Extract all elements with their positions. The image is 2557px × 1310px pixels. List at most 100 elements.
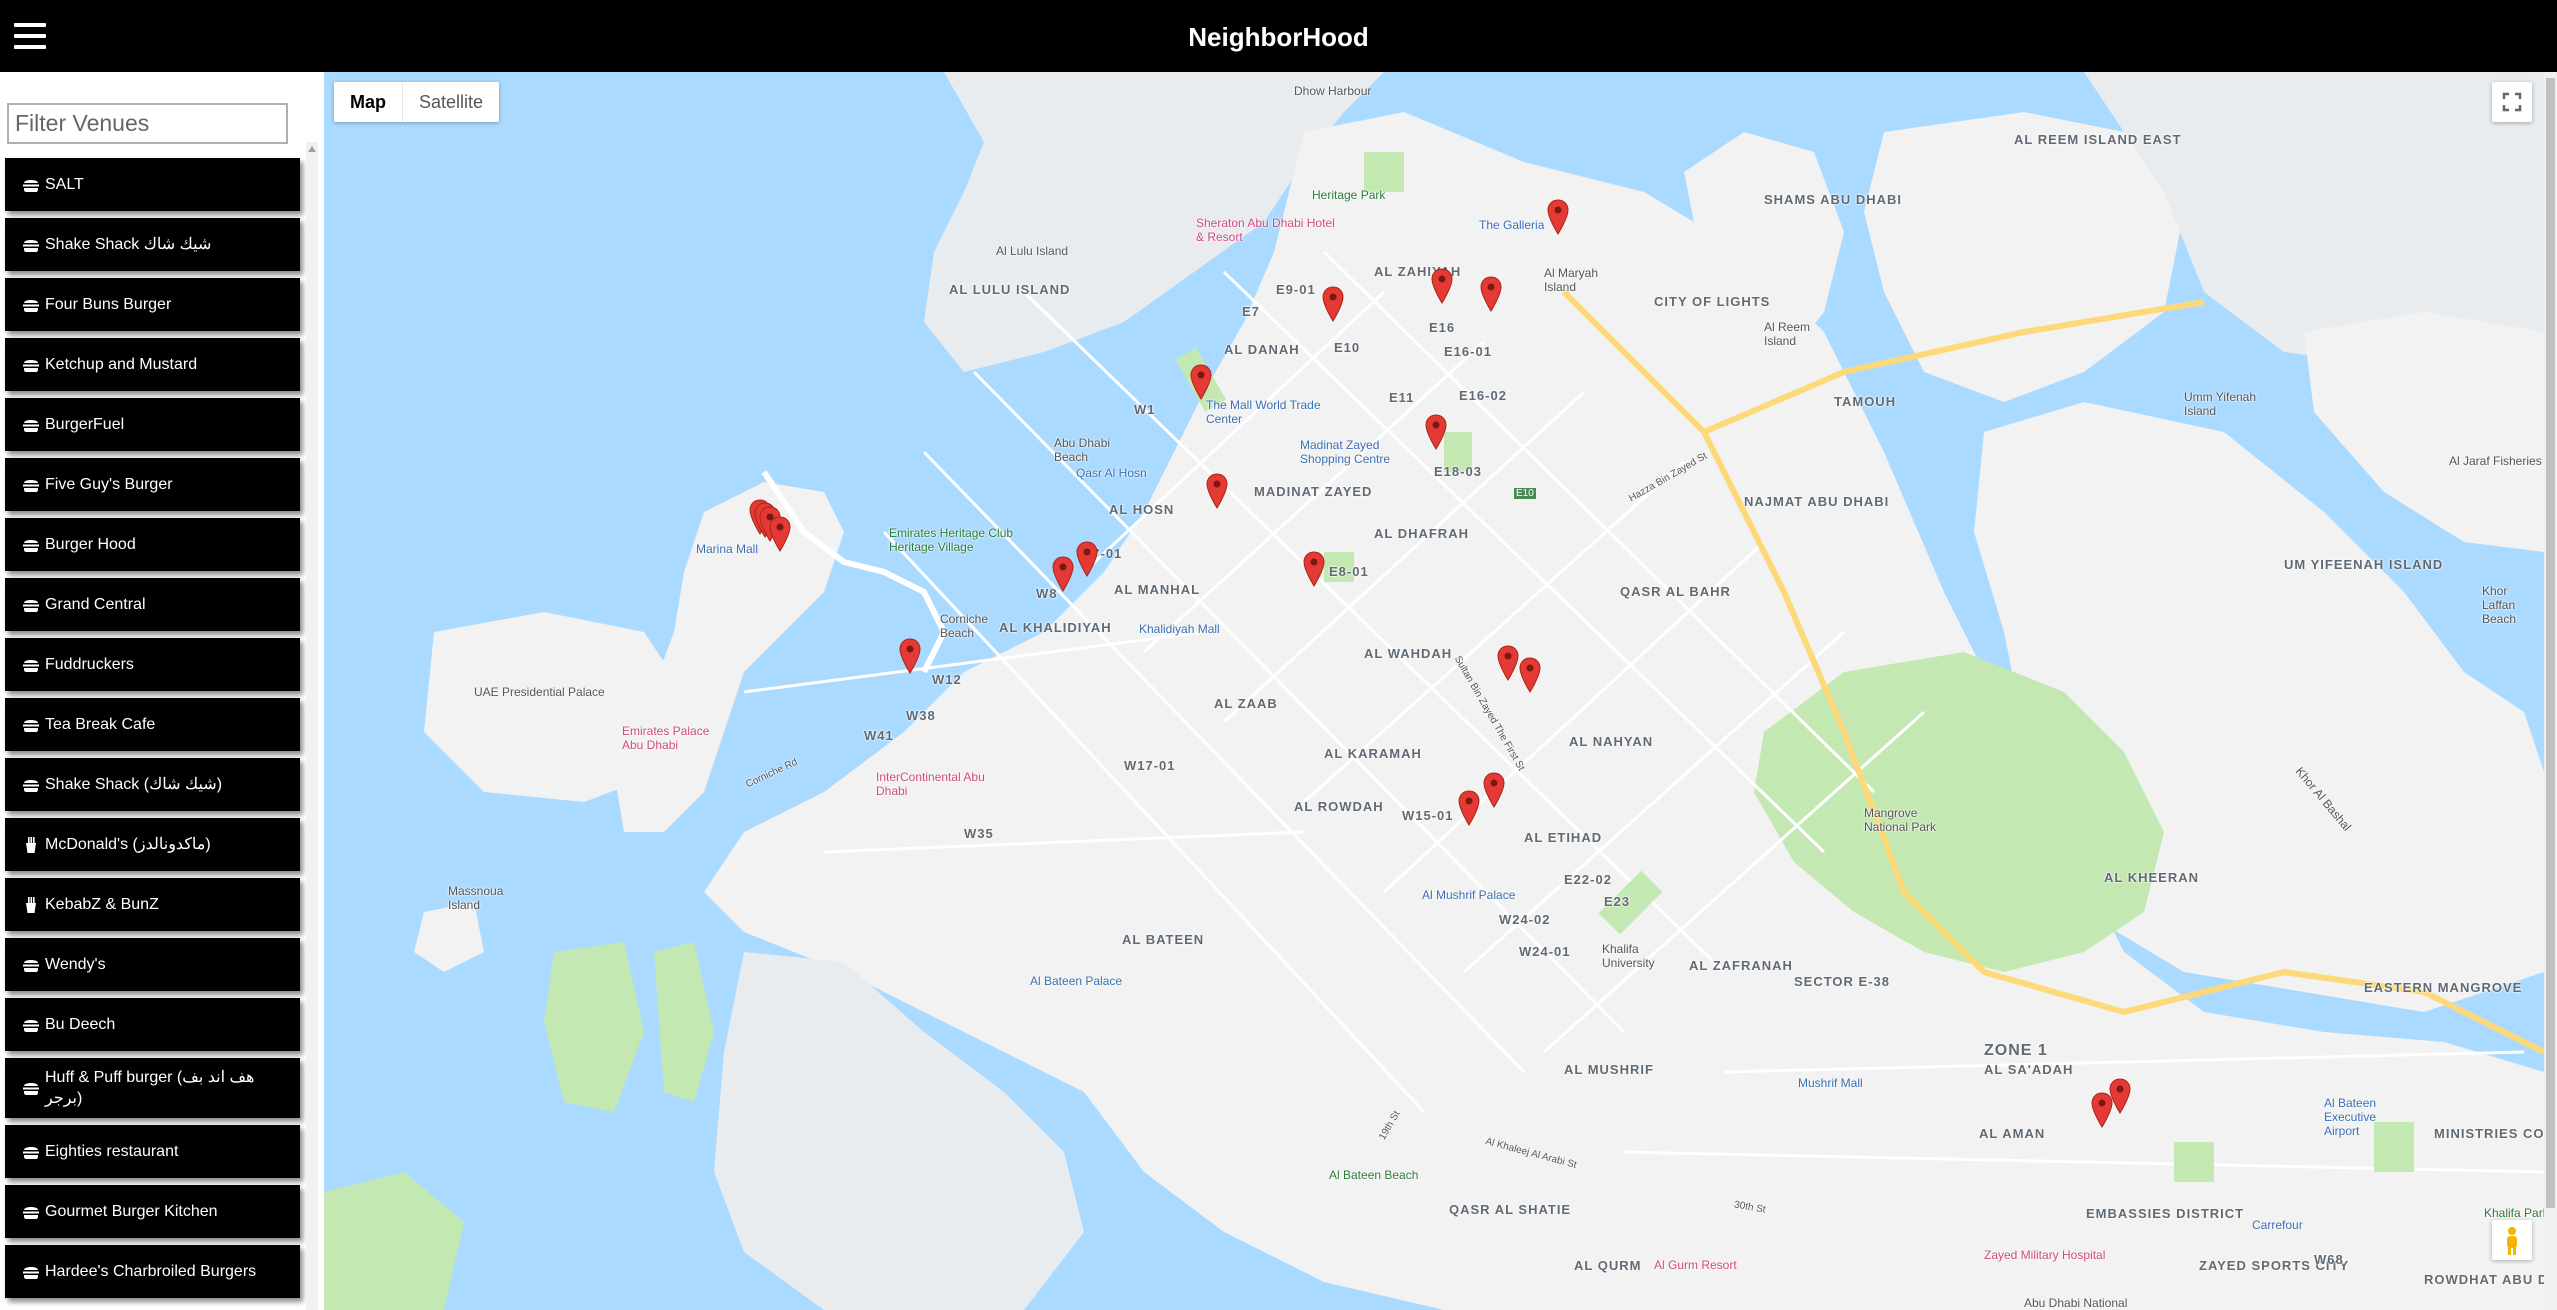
venue-name: Eighties restaurant — [45, 1143, 179, 1160]
app-title: NeighborHood — [1188, 22, 1369, 52]
venue-marker[interactable] — [1303, 551, 1325, 587]
district-label: W68 — [2314, 1252, 2344, 1267]
district-label: AL WAHDAH — [1364, 646, 1453, 661]
app-header: NeighborHood — [0, 0, 2557, 72]
burger-icon — [23, 599, 39, 612]
venue-marker[interactable] — [899, 638, 921, 674]
venue-marker[interactable] — [2091, 1092, 2113, 1128]
district-label: UM YIFEENAH ISLAND — [2284, 557, 2444, 572]
venue-marker[interactable] — [1206, 473, 1228, 509]
poi-label: Al Bateen Beach — [1329, 1168, 1419, 1182]
pegman-icon — [2507, 1227, 2517, 1255]
venue-marker[interactable] — [1052, 556, 1074, 592]
district-label: AL ZAFRANAH — [1689, 958, 1793, 973]
venue-name: Bu Deech — [45, 1016, 116, 1033]
venue-name: Hardee's Charbroiled Burgers — [45, 1263, 257, 1280]
sidebar-scrollbar[interactable] — [306, 142, 318, 1310]
district-label: E16 — [1429, 320, 1456, 335]
map[interactable]: AL LULU ISLAND AL ZAHIYAH AL DANAH E10 E… — [324, 72, 2544, 1310]
district-label: QASR AL SHATIE — [1449, 1202, 1572, 1217]
filter-venues-input[interactable] — [7, 103, 288, 144]
scrollbar-thumb[interactable] — [2546, 78, 2555, 1208]
poi-label: Al Maryah Island — [1544, 266, 1599, 294]
venue-marker[interactable] — [1547, 199, 1569, 235]
poi-label: Al Mushrif Palace — [1422, 888, 1516, 902]
venue-list-item[interactable]: Grand Central — [5, 578, 300, 631]
venue-marker[interactable] — [1076, 541, 1098, 577]
map-canvas[interactable] — [324, 72, 2544, 1310]
venue-name: Grand Central — [45, 596, 146, 613]
venue-list-item[interactable]: Five Guy's Burger — [5, 458, 300, 511]
poi-label: Al Lulu Island — [996, 244, 1069, 258]
venue-list-item[interactable]: Four Buns Burger — [5, 278, 300, 331]
venue-list-item[interactable]: Gourmet Burger Kitchen — [5, 1185, 300, 1238]
burger-icon — [23, 299, 39, 312]
venue-marker[interactable] — [1190, 364, 1212, 400]
venue-list-item[interactable]: KebabZ & BunZ — [5, 878, 300, 931]
district-label: E10 — [1334, 340, 1361, 355]
district-label: AL MUSHRIF — [1564, 1062, 1654, 1077]
venue-name: Five Guy's Burger — [45, 476, 173, 493]
poi-label: Khalidiyah Mall — [1139, 622, 1220, 636]
venue-list-item[interactable]: Bu Deech — [5, 998, 300, 1051]
venue-marker[interactable] — [1322, 286, 1344, 322]
venue-list-item[interactable]: Shake Shack شيك شاك — [5, 218, 300, 271]
poi-label: Sheraton Abu Dhabi Hotel & Resort — [1196, 216, 1335, 244]
venue-marker[interactable] — [1519, 657, 1541, 693]
district-label: AL LULU ISLAND — [949, 282, 1071, 297]
burger-icon — [23, 479, 39, 492]
venue-list-item[interactable]: Hardee's Charbroiled Burgers — [5, 1245, 300, 1298]
venue-marker[interactable] — [1425, 414, 1447, 450]
venue-name: Four Buns Burger — [45, 296, 172, 313]
venue-list-item[interactable]: Fuddruckers — [5, 638, 300, 691]
burger-icon — [23, 359, 39, 372]
sidebar: SALT Shake Shack شيك شاك Four Buns Burger K… — [0, 72, 320, 1310]
poi-label: Khalifa Park — [2484, 1206, 2544, 1220]
venue-name: McDonald's (ماكدونالدز) — [45, 836, 211, 853]
venue-marker[interactable] — [1497, 645, 1519, 681]
venue-name: Wendy's — [45, 956, 106, 973]
district-label: W24-01 — [1519, 944, 1571, 959]
venue-list-item[interactable]: Burger Hood — [5, 518, 300, 571]
district-label: AL MANHAL — [1114, 582, 1201, 597]
venue-name: Shake Shack (شيك شاك) — [45, 776, 223, 793]
venue-marker[interactable] — [1431, 268, 1453, 304]
fullscreen-button[interactable] — [2492, 82, 2532, 122]
venue-name: KebabZ & BunZ — [45, 896, 159, 913]
district-label: AL ZAAB — [1214, 696, 1278, 711]
district-label: AL NAHYAN — [1569, 734, 1654, 749]
venue-marker[interactable] — [1480, 276, 1502, 312]
poi-label: Carrefour — [2252, 1218, 2303, 1232]
map-type-map-button[interactable]: Map — [334, 82, 403, 122]
venue-list-item[interactable]: Eighties restaurant — [5, 1125, 300, 1178]
venue-list-item[interactable]: Wendy's — [5, 938, 300, 991]
venue-list-item[interactable]: Huff & Puff burger (هف اند بف برجر) — [5, 1058, 300, 1118]
page-scrollbar[interactable] — [2544, 72, 2557, 1310]
fries-icon — [26, 896, 36, 913]
district-label: AL KHEERAN — [2104, 870, 2199, 885]
venue-marker[interactable] — [1458, 790, 1480, 826]
venue-list-item[interactable]: Shake Shack (شيك شاك) — [5, 758, 300, 811]
venue-marker[interactable] — [769, 516, 791, 552]
venue-list-item[interactable]: BurgerFuel — [5, 398, 300, 451]
venue-list-item[interactable]: Ketchup and Mustard — [5, 338, 300, 391]
district-label: W24-02 — [1499, 912, 1551, 927]
district-label: AL ETIHAD — [1524, 830, 1603, 845]
poi-label: Zayed Military Hospital — [1984, 1248, 2106, 1262]
district-label: SHAMS ABU DHABI — [1764, 192, 1903, 207]
venue-name: Ketchup and Mustard — [45, 356, 198, 373]
poi-label: Corniche Beach — [940, 612, 989, 640]
venue-list-item[interactable]: McDonald's (ماكدونالدز) — [5, 818, 300, 871]
district-label: MINISTRIES COMPLEX — [2434, 1126, 2544, 1141]
poi-label: InterContinental Abu Dhabi — [876, 770, 985, 798]
district-label: E16-02 — [1459, 388, 1507, 403]
district-label: AL ROWDAH — [1294, 799, 1384, 814]
street-view-pegman-button[interactable] — [2492, 1220, 2532, 1260]
venue-list-item[interactable]: Tea Break Cafe — [5, 698, 300, 751]
poi-label: Qasr Al Hosn — [1076, 466, 1147, 480]
venue-list-item[interactable]: SALT — [5, 158, 300, 211]
district-label: ROWDHAT ABU DHABI — [2424, 1272, 2544, 1287]
burger-icon — [23, 659, 39, 672]
venue-marker[interactable] — [1483, 772, 1505, 808]
map-type-satellite-button[interactable]: Satellite — [403, 82, 499, 122]
